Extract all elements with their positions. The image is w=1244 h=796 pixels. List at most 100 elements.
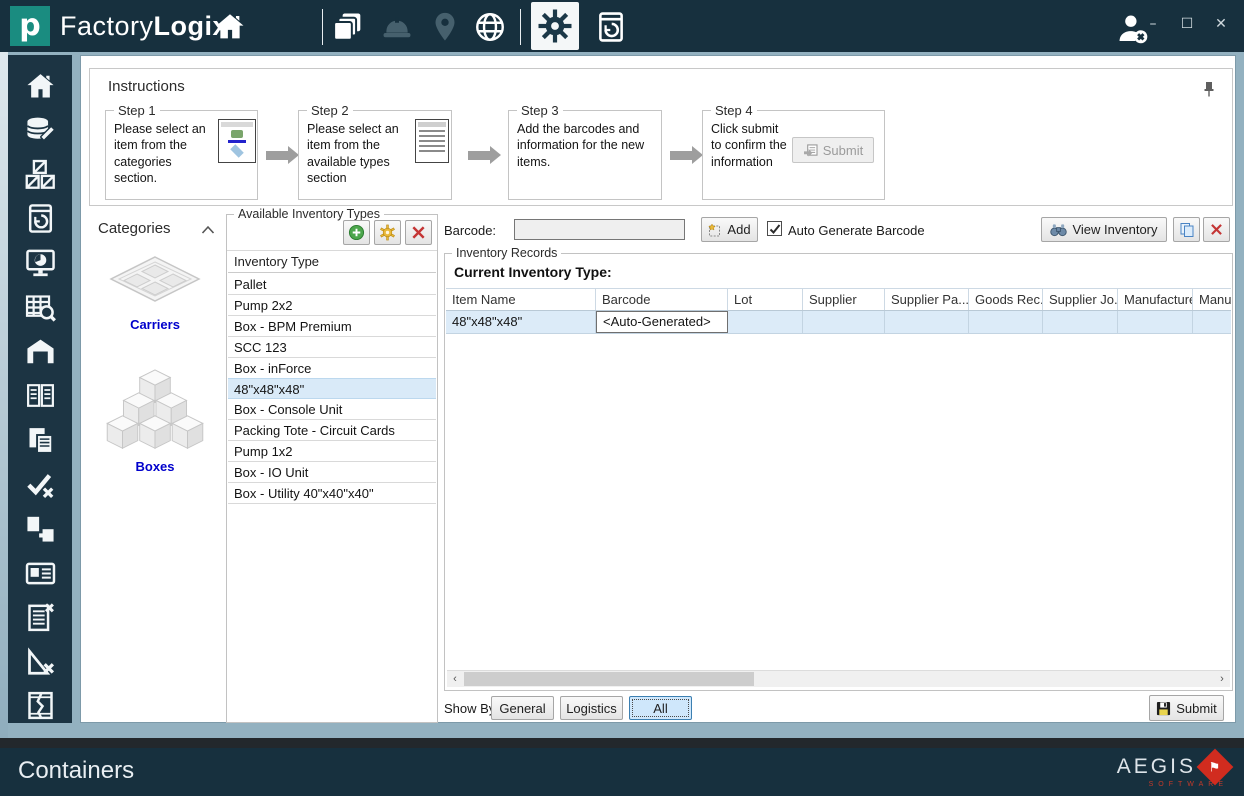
inventory-type-row[interactable]: Pump 1x2 — [228, 441, 436, 462]
step-arrow-icon — [670, 151, 692, 160]
step-1-text: Please select an item from the categorie… — [106, 111, 214, 186]
column-header[interactable]: Supplier — [803, 289, 885, 310]
submit-button[interactable]: Submit — [1149, 695, 1224, 721]
gear-icon[interactable] — [531, 2, 579, 50]
inventory-type-row[interactable]: Box - IO Unit — [228, 462, 436, 483]
id-card-icon[interactable] — [18, 556, 62, 590]
step-submit-button[interactable]: Submit — [792, 137, 874, 163]
aegis-flag-icon: ⚑ — [1197, 749, 1234, 786]
horizontal-scrollbar[interactable]: ‹ › — [447, 670, 1230, 687]
delete-type-button[interactable] — [405, 220, 432, 245]
save-icon — [1156, 701, 1171, 716]
show-by-general-button[interactable]: General — [491, 696, 554, 720]
inventory-type-row[interactable]: Box - Console Unit — [228, 399, 436, 420]
scroll-right-arrow[interactable]: › — [1214, 671, 1230, 687]
table-cell[interactable] — [803, 311, 885, 333]
minimize-button[interactable]: – — [1144, 16, 1162, 32]
show-by-all-button[interactable]: All — [629, 696, 692, 720]
main-frame: Instructions Step 1 Please select an ite… — [0, 52, 1244, 738]
home-icon[interactable] — [18, 69, 62, 103]
column-header[interactable]: Lot — [728, 289, 803, 310]
close-button[interactable]: ✕ — [1212, 16, 1230, 32]
column-header[interactable]: Supplier Pa... — [885, 289, 969, 310]
ruler-remove-icon[interactable] — [18, 644, 62, 678]
category-label: Boxes — [91, 459, 219, 474]
content-area: Instructions Step 1 Please select an ite… — [80, 55, 1236, 723]
column-header[interactable]: Manufac — [1193, 289, 1231, 310]
pin-icon[interactable] — [1202, 81, 1216, 97]
documents-icon[interactable] — [18, 423, 62, 457]
records-data-row[interactable]: 48"x48"x48"<Auto-Generated> — [446, 311, 1231, 334]
inventory-type-row[interactable]: Packing Tote - Circuit Cards — [228, 420, 436, 441]
table-cell[interactable] — [885, 311, 969, 333]
maximize-button[interactable]: ☐ — [1178, 16, 1196, 32]
category-boxes[interactable]: Boxes — [91, 368, 219, 474]
current-inventory-type-label: Current Inventory Type: — [454, 264, 612, 280]
list-remove-icon[interactable] — [18, 600, 62, 634]
inventory-type-row[interactable]: Pallet — [228, 274, 436, 295]
copy-record-button[interactable] — [1173, 217, 1200, 242]
delete-record-button[interactable] — [1203, 217, 1230, 242]
step-3-box: Step 3 Add the barcodes and information … — [508, 110, 662, 200]
edit-type-button[interactable] — [374, 220, 401, 245]
location-pin-icon[interactable] — [428, 10, 462, 44]
chevron-up-icon[interactable] — [201, 223, 215, 235]
table-cell[interactable] — [1043, 311, 1118, 333]
column-header[interactable]: Supplier Jo... — [1043, 289, 1118, 310]
backup-device-icon[interactable] — [594, 10, 628, 44]
warehouse-icon[interactable] — [18, 335, 62, 369]
scroll-left-arrow[interactable]: ‹ — [447, 671, 463, 687]
inventory-type-row[interactable]: 48"x48"x48" — [228, 378, 436, 399]
table-cell[interactable] — [1118, 311, 1193, 333]
page-title: Containers — [18, 757, 134, 785]
inventory-type-row[interactable]: Pump 2x2 — [228, 295, 436, 316]
barcode-input[interactable] — [514, 219, 685, 240]
column-header[interactable]: Item Name — [446, 289, 596, 310]
add-type-button[interactable] — [343, 220, 370, 245]
step-3-text: Add the barcodes and information for the… — [509, 111, 661, 170]
table-cell[interactable]: 48"x48"x48" — [446, 311, 596, 333]
auto-generate-checkbox[interactable] — [767, 221, 782, 236]
step-1-box: Step 1 Please select an item from the ca… — [105, 110, 258, 200]
table-cell[interactable]: <Auto-Generated> — [596, 311, 728, 333]
delete-x-icon — [410, 224, 427, 241]
crates-icon[interactable] — [18, 158, 62, 192]
damaged-package-icon[interactable] — [18, 689, 62, 723]
backup-device-icon[interactable] — [18, 202, 62, 236]
types-list-header[interactable]: Inventory Type — [228, 251, 436, 273]
inventory-type-row[interactable]: Box - inForce — [228, 358, 436, 379]
step-4-label: Step 4 — [711, 103, 757, 118]
table-search-icon[interactable] — [18, 290, 62, 324]
add-record-button[interactable]: Add — [701, 217, 758, 242]
column-header[interactable]: Goods Rec... — [969, 289, 1043, 310]
boxes-icon — [105, 368, 205, 454]
inventory-type-row[interactable]: Box - BPM Premium — [228, 316, 436, 337]
step-2-label: Step 2 — [307, 103, 353, 118]
view-inventory-button[interactable]: View Inventory — [1041, 217, 1167, 242]
step-2-box: Step 2 Please select an item from the av… — [298, 110, 452, 200]
step-4-box: Step 4 Click submit to confirm the infor… — [702, 110, 885, 200]
book-icon[interactable] — [18, 379, 62, 413]
column-header[interactable]: Manufacturer — [1118, 289, 1193, 310]
category-carriers[interactable]: Carriers — [91, 252, 219, 332]
layers-icon[interactable] — [332, 10, 366, 44]
show-by-logistics-button[interactable]: Logistics — [560, 696, 623, 720]
check-x-icon[interactable] — [18, 467, 62, 501]
transfer-icon[interactable] — [18, 512, 62, 546]
step-1-label: Step 1 — [114, 103, 160, 118]
table-cell[interactable] — [1193, 311, 1231, 333]
dashboard-monitor-icon[interactable] — [18, 246, 62, 280]
auto-generate-label: Auto Generate Barcode — [788, 223, 925, 238]
column-header[interactable]: Barcode — [596, 289, 728, 310]
table-cell[interactable] — [728, 311, 803, 333]
inventory-type-row[interactable]: Box - Utility 40"x40"x40" — [228, 483, 436, 504]
globe-icon[interactable] — [473, 10, 507, 44]
inventory-type-row[interactable]: SCC 123 — [228, 337, 436, 358]
home-icon[interactable] — [213, 10, 247, 44]
scrollbar-thumb[interactable] — [464, 672, 754, 686]
app-brand: p FactoryLogix™ — [10, 6, 238, 46]
table-cell[interactable] — [969, 311, 1043, 333]
database-edit-icon[interactable] — [18, 113, 62, 147]
hardhat-icon[interactable] — [380, 10, 414, 44]
inventory-records-title: Inventory Records — [452, 246, 561, 260]
